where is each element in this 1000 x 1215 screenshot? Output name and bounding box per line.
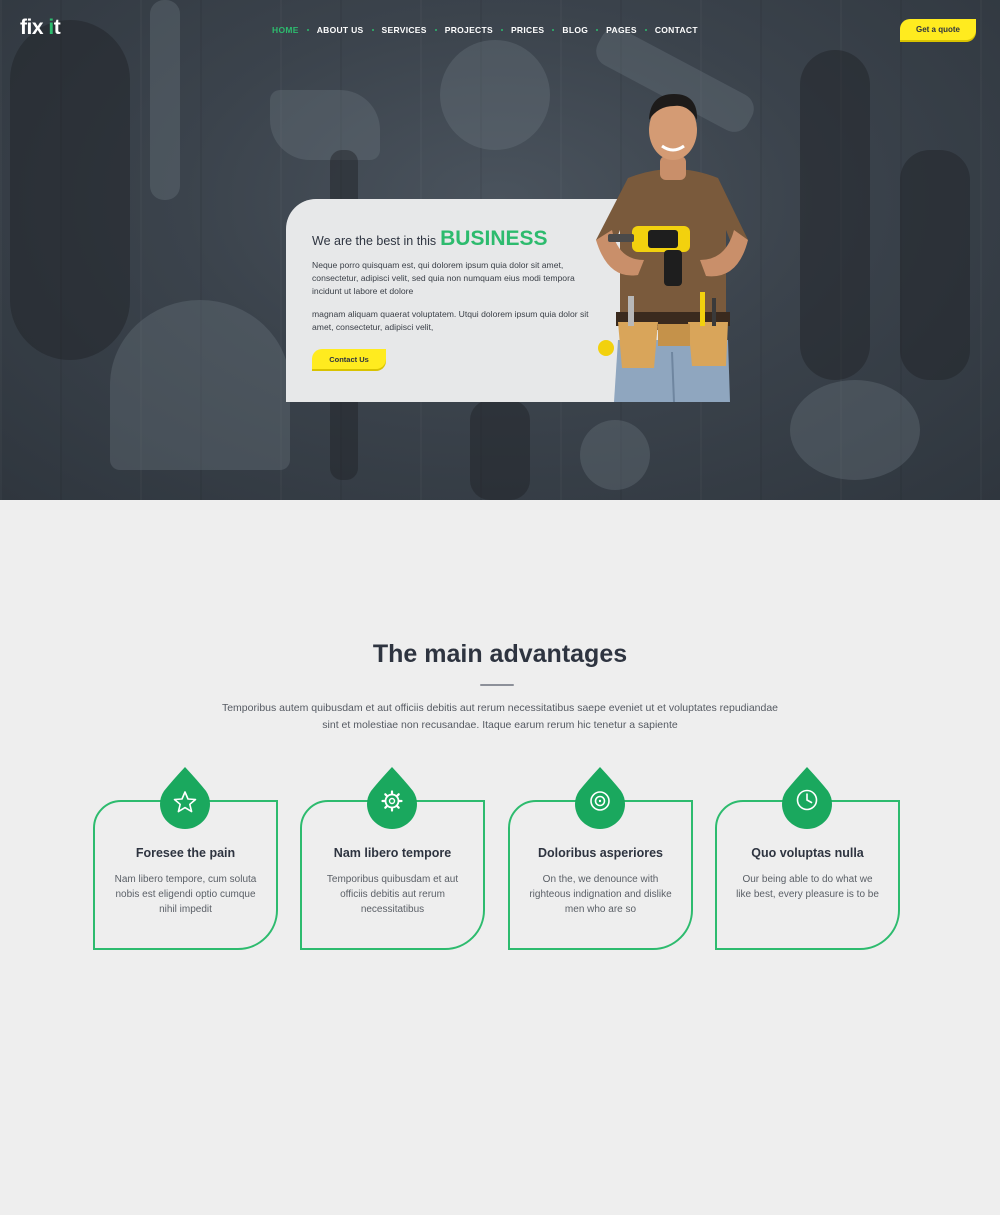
feature-text: On the, we denounce with righteous indig… (529, 874, 672, 915)
gear-icon (367, 767, 417, 829)
logo[interactable]: fix it (20, 16, 61, 40)
nav-separator-dot (552, 29, 555, 31)
nav-separator-dot (644, 29, 647, 31)
nav-item-about[interactable]: ABOUT US (317, 25, 364, 35)
tool-silhouette (580, 420, 650, 490)
nav-item-projects[interactable]: PROJECTS (445, 25, 493, 35)
hero-title-emphasis: BUSINESS (440, 227, 548, 250)
logo-tail: t (53, 16, 61, 39)
nav-item-home[interactable]: HOME (272, 25, 299, 35)
nav-separator-dot (596, 29, 599, 31)
nav-separator-dot (306, 29, 309, 31)
nav-separator-dot (500, 29, 503, 31)
title-divider (480, 684, 514, 686)
feature-title: Foresee the pain (135, 846, 236, 860)
nav-separator-dot (434, 29, 437, 31)
hero-section: fix it HOME ABOUT US SERVICES PROJECTS P… (0, 0, 1000, 500)
hero-paragraph: magnam aliquam quaerat voluptatem. Utqui… (312, 309, 589, 332)
feature-title: Quo voluptas nulla (751, 846, 864, 860)
logo-text: fix (20, 16, 49, 39)
nav-item-pages[interactable]: PAGES (606, 25, 637, 35)
nav-item-blog[interactable]: BLOG (562, 25, 588, 35)
tool-silhouette (900, 150, 970, 380)
nav-separator-dot (371, 29, 374, 31)
clock-icon (782, 767, 832, 829)
tool-silhouette (110, 300, 290, 470)
tool-silhouette (470, 400, 530, 500)
feature-title: Nam libero tempore (333, 846, 452, 860)
tool-silhouette (150, 0, 180, 200)
section-subtitle: Temporibus autem quibusdam et aut offici… (221, 702, 779, 731)
feature-text: Our being able to do what we like best, … (736, 874, 879, 900)
tool-silhouette (440, 40, 550, 150)
nav-item-prices[interactable]: PRICES (511, 25, 544, 35)
nav-item-contact[interactable]: CONTACT (655, 25, 698, 35)
feature-text: Nam libero tempore, cum soluta nobis est… (114, 874, 257, 915)
contact-us-button[interactable]: Contact Us (312, 349, 386, 369)
nav-item-services[interactable]: SERVICES (382, 25, 427, 35)
tool-silhouette (10, 20, 130, 360)
tool-silhouette (790, 380, 920, 480)
main-nav: HOME ABOUT US SERVICES PROJECTS PRICES B… (272, 24, 698, 36)
target-icon (575, 767, 625, 829)
get-a-quote-button[interactable]: Get a quote (900, 19, 976, 40)
tool-silhouette (270, 90, 380, 160)
worker-image (596, 94, 748, 402)
section-title: The main advantages (372, 640, 628, 668)
hero-title: We are the best in this BUSINESS (312, 227, 548, 251)
hero-title-lead: We are the best in this (312, 234, 437, 248)
feature-text: Temporibus quibusdam et aut officiis deb… (326, 874, 459, 915)
feature-title: Doloribus asperiores (537, 846, 664, 860)
tool-silhouette (800, 50, 870, 380)
star-icon (160, 767, 210, 829)
hero-paragraph: Neque porro quisquam est, qui dolorem ip… (312, 260, 575, 296)
